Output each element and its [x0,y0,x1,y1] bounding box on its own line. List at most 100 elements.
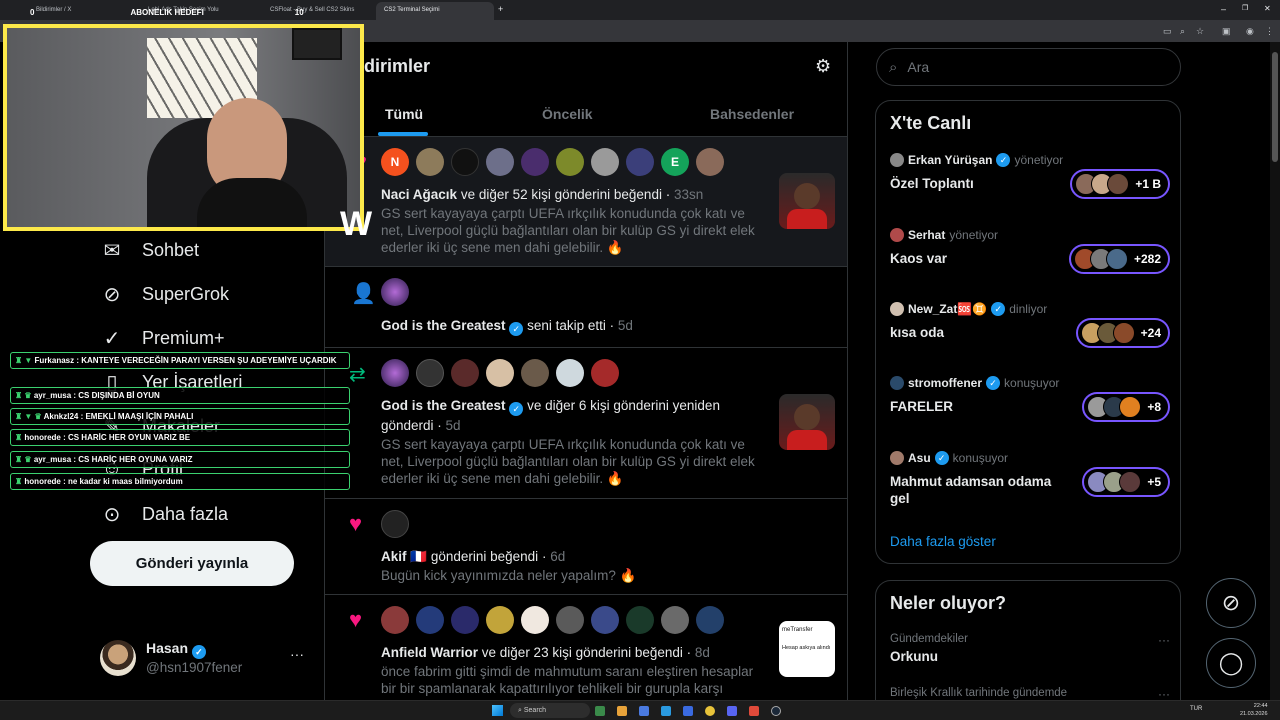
notification-item[interactable]: ♥ N E Naci Ağacık ve diğer 52 kişi gönde… [325,137,847,267]
post-thumbnail[interactable]: meTransfer Hesap askıya alındı [779,621,835,677]
language-indicator[interactable]: TUR [1190,706,1202,712]
settings-gear-icon[interactable]: ⚙ [815,56,831,77]
avatar[interactable] [626,606,654,634]
avatar[interactable] [661,606,689,634]
avatar[interactable] [451,606,479,634]
tab-all[interactable]: Tümü [385,106,423,122]
avatar[interactable] [556,148,584,176]
avatar[interactable] [416,148,444,176]
app-icon[interactable] [683,706,693,716]
space-listeners[interactable]: +5 [1082,467,1170,497]
menu-icon[interactable]: ⋮ [1265,26,1274,37]
avatar[interactable] [626,148,654,176]
avatar[interactable] [696,148,724,176]
app-icon[interactable] [595,706,605,716]
grok-fab-button[interactable]: ⊘ [1206,578,1256,628]
app-icon[interactable] [617,706,627,716]
app-icon[interactable] [639,706,649,716]
nav-item-premium[interactable]: ✓ Premium+ [100,326,225,351]
avatar[interactable] [486,148,514,176]
taskbar-clock[interactable]: 22:44 21.03.2026 [1240,702,1268,718]
live-space-item[interactable]: Asu ✓ konuşuyor Mahmut adamsan odama gel +… [890,451,1170,521]
space-listeners[interactable]: +1 B [1070,169,1170,199]
live-space-item[interactable]: Serhat yönetiyor Kaos var +282 [890,228,1170,288]
avatar[interactable] [521,359,549,387]
actor-name[interactable]: Naci Ağacık [381,187,457,202]
scrollbar-thumb[interactable] [1272,52,1278,162]
maximize-button[interactable]: ❐ [1242,4,1248,12]
cast-icon[interactable]: ▭ [1163,26,1172,37]
space-listeners[interactable]: +8 [1082,392,1170,422]
chat-fab-button[interactable]: ◯ [1206,638,1256,688]
avatar[interactable] [591,359,619,387]
bookmark-star-icon[interactable]: ☆ [1196,26,1204,37]
avatar[interactable] [416,606,444,634]
actor-name[interactable]: Akif 🇫🇷 [381,549,427,564]
actor-name[interactable]: Anfield Warrior [381,645,478,660]
steam-icon[interactable] [771,706,781,716]
avatar[interactable] [521,148,549,176]
account-switcher[interactable]: Hasan ✓ @hsn1907fener ··· [100,638,310,678]
minimize-button[interactable]: – [1221,4,1226,14]
notification-item[interactable]: ♥ Anfield Warrior ve diğer 23 kişi gönde… [325,595,847,700]
notification-item[interactable]: 👤 God is the Greatest ✓ seni takip etti … [325,267,847,348]
actor-name[interactable]: God is the Greatest [381,398,506,413]
nav-item-supergrok[interactable]: ⊘ SuperGrok [100,282,229,307]
search-input[interactable]: ⌕ Ara [876,48,1181,86]
nav-item-chat[interactable]: ✉ Sohbet [100,238,199,263]
zoom-icon[interactable]: ⌕ [1180,26,1185,37]
close-window-button[interactable]: ✕ [1264,4,1271,13]
post-thumbnail[interactable] [779,394,835,450]
avatar[interactable] [591,606,619,634]
live-space-item[interactable]: stromoffener ✓ konuşuyor FARELER +8 [890,376,1170,436]
extensions-icon[interactable]: ▣ [1222,26,1231,37]
browser-tab-active[interactable]: CS2 Terminal Seçimi [376,2,494,20]
scrollbar[interactable] [1270,42,1280,700]
notification-item[interactable]: ⇄ God is the Greatest ✓ ve diğer 6 kişi … [325,348,847,499]
new-tab-button[interactable]: + [498,4,503,14]
avatar[interactable] [381,510,409,538]
more-icon[interactable]: ··· [1158,633,1170,647]
discord-icon[interactable] [727,706,737,716]
tab-priority[interactable]: Öncelik [542,106,593,122]
avatar[interactable] [451,148,479,176]
trend-item[interactable]: Birleşik Krallık tarihinde gündemde ··· [890,687,1170,701]
notification-post-preview: GS sert kayayaya çarptı UEFA ırkçılık ko… [381,206,755,255]
live-space-item[interactable]: Erkan Yürüşan ✓ yönetiyor Özel Toplantı +1… [890,153,1170,213]
notification-item[interactable]: ♥ Akif 🇫🇷 gönderini beğendi · 6d Bugün k… [325,499,847,595]
avatar[interactable] [381,606,409,634]
space-listeners[interactable]: +24 [1075,318,1170,348]
avatar[interactable] [416,359,444,387]
trend-item[interactable]: Gündemdekiler Orkunu ··· [890,633,1170,664]
avatar[interactable] [556,359,584,387]
avatar[interactable]: N [381,148,409,176]
avatar[interactable] [381,359,409,387]
profile-icon[interactable]: ◉ [1246,26,1254,37]
nav-item-more[interactable]: ⊙ Daha fazla [100,502,228,527]
avatar[interactable] [696,606,724,634]
more-icon[interactable]: ··· [1158,687,1170,701]
avatar[interactable] [556,606,584,634]
show-more-link[interactable]: Daha fazla göster [890,534,996,549]
avatar[interactable] [451,359,479,387]
avatar[interactable] [521,606,549,634]
taskbar-search[interactable]: ⌕ Search [510,703,590,718]
avatar [890,302,904,316]
edge-icon[interactable] [661,706,671,716]
app-icon[interactable] [749,706,759,716]
space-listeners[interactable]: +282 [1068,244,1170,274]
chat-text: EMEKLİ MAAŞI İÇİN PAHALI [85,412,194,421]
start-button-icon[interactable] [492,705,503,716]
chrome-icon[interactable] [705,706,715,716]
tab-mentions[interactable]: Bahsedenler [710,106,794,122]
avatar[interactable] [486,359,514,387]
post-thumbnail[interactable] [779,173,835,229]
avatar[interactable]: E [661,148,689,176]
actor-name[interactable]: God is the Greatest [381,318,506,333]
avatar[interactable] [486,606,514,634]
more-icon[interactable]: ··· [290,646,304,662]
live-space-item[interactable]: New_Zat🆘♊ ✓ dinliyor kısa oda +24 [890,302,1170,362]
post-button[interactable]: Gönderi yayınla [90,541,294,586]
avatar[interactable] [591,148,619,176]
avatar[interactable] [381,278,409,306]
